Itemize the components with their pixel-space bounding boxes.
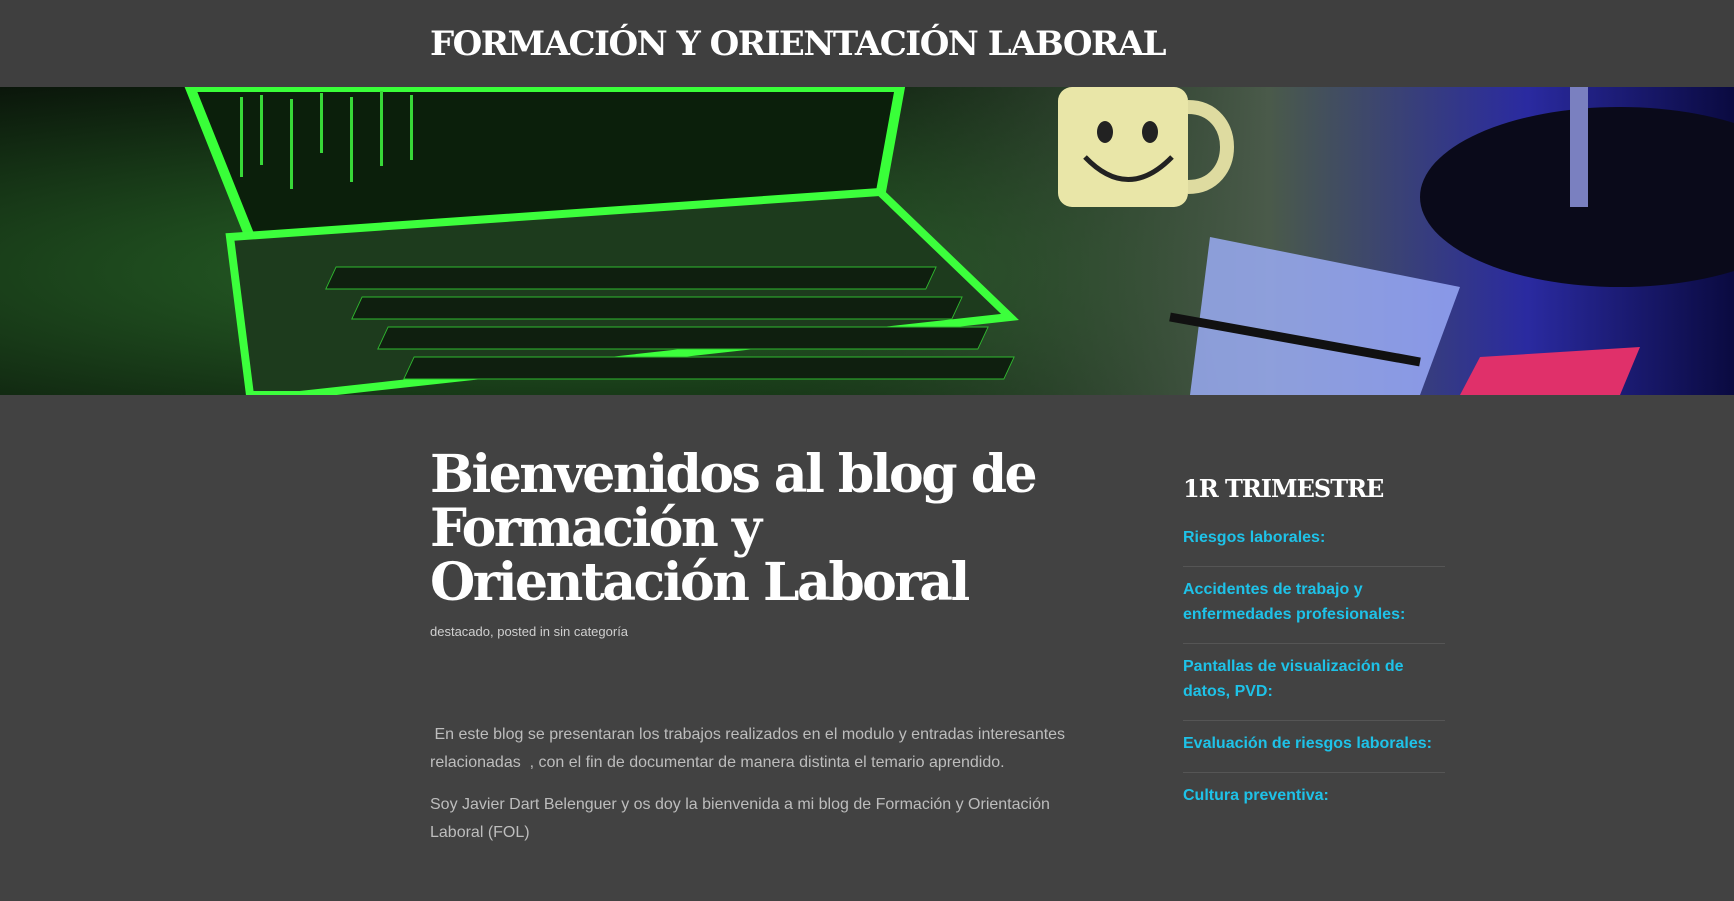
sidebar-link-cultura-preventiva[interactable]: Cultura preventiva: — [1183, 783, 1445, 808]
list-item: Evaluación de riesgos laborales: — [1183, 721, 1445, 773]
post-category-link[interactable]: sin categoría — [554, 624, 628, 639]
post-title[interactable]: Bienvenidos al blog de Formación y Orien… — [430, 448, 1070, 610]
site-title[interactable]: FORMACIÓN Y ORIENTACIÓN LABORAL — [430, 22, 1167, 66]
sidebar-link-riesgos-laborales[interactable]: Riesgos laborales: — [1183, 525, 1445, 550]
widget-title: 1R TRIMESTRE — [1183, 474, 1384, 503]
site-header: FORMACIÓN Y ORIENTACIÓN LABORAL — [0, 0, 1734, 87]
post-meta-separator: , posted in — [490, 624, 554, 639]
list-item: Pantallas de visualización de datos, PVD… — [1183, 644, 1445, 721]
post-content: En este blog se presentaran los trabajos… — [430, 721, 1070, 847]
sidebar: 1R TRIMESTRE Riesgos laborales: Accident… — [1183, 474, 1445, 824]
post-paragraph: En este blog se presentaran los trabajos… — [430, 726, 1070, 771]
sidebar-link-evaluacion-riesgos[interactable]: Evaluación de riesgos laborales: — [1183, 731, 1445, 756]
post-meta: destacado, posted in sin categoría — [430, 624, 1070, 639]
list-item: Cultura preventiva: — [1183, 773, 1445, 824]
post-paragraph: Soy Javier Dart Belenguer y os doy la bi… — [430, 796, 1050, 841]
laptop-desk-photo — [0, 87, 1734, 395]
blog-post: Bienvenidos al blog de Formación y Orien… — [430, 448, 1070, 861]
sidebar-link-accidentes-de-trabajo[interactable]: Accidentes de trabajo y enfermedades pro… — [1183, 577, 1445, 627]
sidebar-link-list: Riesgos laborales: Accidentes de trabajo… — [1183, 525, 1445, 824]
post-tag-link[interactable]: destacado — [430, 624, 490, 639]
header-image — [0, 87, 1734, 395]
sidebar-link-pantallas-pvd[interactable]: Pantallas de visualización de datos, PVD… — [1183, 654, 1445, 704]
list-item: Riesgos laborales: — [1183, 525, 1445, 567]
list-item: Accidentes de trabajo y enfermedades pro… — [1183, 567, 1445, 644]
